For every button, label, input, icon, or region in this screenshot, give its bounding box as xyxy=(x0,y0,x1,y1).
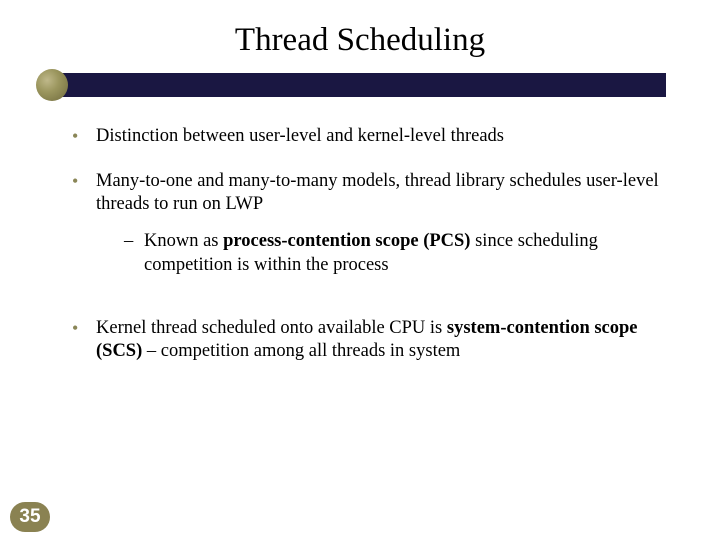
bullet-item-2: Many-to-one and many-to-many models, thr… xyxy=(72,170,666,277)
bullet-item-1: Distinction between user-level and kerne… xyxy=(72,125,666,148)
page-number-badge: 35 xyxy=(10,502,50,532)
bullet-3-pre: Kernel thread scheduled onto available C… xyxy=(96,318,447,338)
page-number: 35 xyxy=(19,506,40,528)
title-bullet-icon xyxy=(36,69,68,101)
bullet-3-post: – competition among all threads in syste… xyxy=(142,341,460,361)
bullet-list: Distinction between user-level and kerne… xyxy=(72,125,666,363)
sub-bullet-1-bold: process-contention scope (PCS) xyxy=(223,231,470,251)
content-area: Distinction between user-level and kerne… xyxy=(0,97,720,363)
title-underline xyxy=(54,73,666,97)
slide: Thread Scheduling Distinction between us… xyxy=(0,0,720,540)
bullet-item-3: Kernel thread scheduled onto available C… xyxy=(72,317,666,363)
title-bar xyxy=(54,73,666,97)
sub-bullet-list: Known as process-contention scope (PCS) … xyxy=(124,230,666,276)
bullet-2-text: Many-to-one and many-to-many models, thr… xyxy=(96,171,659,214)
slide-title: Thread Scheduling xyxy=(0,0,720,65)
sub-bullet-1-pre: Known as xyxy=(144,231,223,251)
bullet-1-text: Distinction between user-level and kerne… xyxy=(96,126,504,146)
sub-bullet-item-1: Known as process-contention scope (PCS) … xyxy=(124,230,666,276)
